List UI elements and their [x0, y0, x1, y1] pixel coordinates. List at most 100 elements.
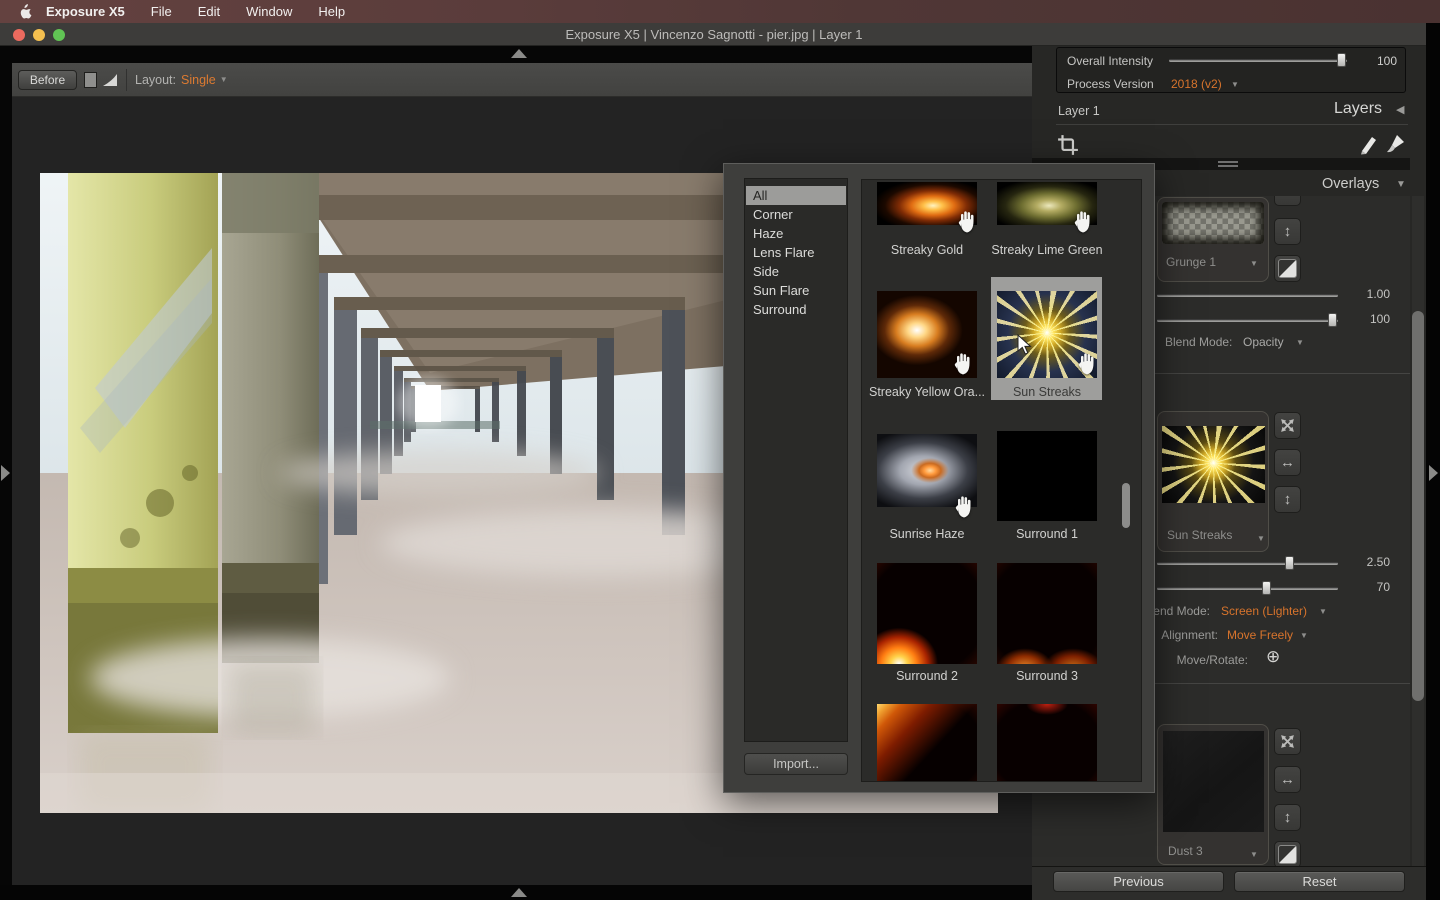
previous-button[interactable]: Previous — [1053, 871, 1224, 892]
dust-mask-button[interactable] — [1274, 841, 1301, 866]
grunge-dropdown-icon[interactable]: ▼ — [1250, 259, 1258, 268]
dust-name[interactable]: Dust 3 — [1168, 844, 1203, 858]
menu-item-edit[interactable]: Edit — [198, 4, 220, 19]
grunge-name[interactable]: Grunge 1 — [1166, 255, 1216, 269]
category-item-all[interactable]: All — [746, 186, 846, 205]
viewer-toolbar: Before Layout: Single ▼ — [12, 63, 1032, 97]
category-item-haze[interactable]: Haze — [746, 224, 846, 243]
reset-button[interactable]: Reset — [1234, 871, 1405, 892]
sun-streaks-slider-1[interactable] — [1157, 562, 1338, 565]
bottom-panel-reveal-arrow-icon[interactable] — [511, 888, 527, 897]
zoom-window-button[interactable] — [53, 29, 65, 41]
layers-collapse-icon[interactable]: ◀ — [1396, 103, 1404, 116]
layout-value[interactable]: Single — [181, 73, 216, 87]
panel-scrollbar-thumb[interactable] — [1412, 311, 1424, 701]
panel-bottom-bar: Previous Reset — [1032, 866, 1426, 900]
menu-bar: Exposure X5 File Edit Window Help — [0, 0, 1440, 23]
before-preview-button[interactable]: Before — [18, 70, 77, 90]
overlay-label-surround-1: Surround 1 — [985, 527, 1109, 541]
crop-icon[interactable] — [1057, 134, 1079, 156]
sun-streaks-blend-mode-value[interactable]: Screen (Lighter) — [1221, 604, 1307, 618]
sun-streaks-slider-1-thumb[interactable] — [1285, 556, 1294, 570]
apple-menu-icon[interactable] — [18, 4, 32, 20]
shuffle-icon — [1279, 417, 1296, 434]
toolbar-divider — [126, 69, 127, 91]
category-item-side[interactable]: Side — [746, 262, 846, 281]
app-screen: Exposure X5 File Edit Window Help Exposu… — [0, 0, 1440, 900]
window-title-bar[interactable]: Exposure X5 | Vincenzo Sagnotti - pier.j… — [0, 23, 1428, 46]
process-version-label: Process Version — [1067, 77, 1154, 91]
overlay-thumbnail-overlay-9[interactable] — [997, 704, 1097, 782]
layout-dropdown-icon[interactable]: ▼ — [220, 75, 228, 84]
overlay-thumbnail-overlay-8[interactable] — [877, 704, 977, 782]
sun-streaks-alignment-value[interactable]: Move Freely — [1227, 628, 1293, 642]
overlay-thumbnail-surround-1[interactable] — [997, 431, 1097, 521]
background-color-swatch[interactable] — [84, 72, 97, 88]
overall-intensity-slider-thumb[interactable] — [1337, 53, 1346, 67]
overlays-collapse-icon[interactable]: ▼ — [1396, 179, 1406, 190]
sun-streaks-flip-horizontal-button[interactable]: ↔ — [1274, 449, 1301, 476]
process-version-dropdown-icon[interactable]: ▼ — [1231, 80, 1239, 89]
overlay-thumbnail-surround-2[interactable] — [877, 563, 977, 664]
grunge-blend-mode-label: Blend Mode: — [1165, 335, 1232, 349]
sun-streaks-dropdown-icon[interactable]: ▼ — [1257, 534, 1265, 543]
sun-streaks-slider-2-thumb[interactable] — [1262, 581, 1271, 595]
category-item-sun-flare[interactable]: Sun Flare — [746, 281, 846, 300]
sun-streaks-alignment-dropdown-icon[interactable]: ▼ — [1300, 631, 1308, 640]
process-version-value[interactable]: 2018 (v2) — [1171, 77, 1222, 91]
dust-flip-vertical-button[interactable]: ↕ — [1274, 804, 1301, 831]
sun-streaks-slider-2[interactable] — [1157, 587, 1338, 590]
pan-hand-icon — [957, 209, 977, 235]
right-panel-reveal-arrow-icon[interactable] — [1429, 465, 1438, 481]
overlay-thumbnail-surround-3[interactable] — [997, 563, 1097, 664]
grunge-thumbnail[interactable] — [1162, 202, 1264, 244]
sun-streaks-thumbnail[interactable] — [1162, 426, 1265, 503]
sun-streaks-randomize-button[interactable] — [1274, 412, 1301, 439]
layers-panel-title: Layers — [1334, 100, 1392, 118]
grunge-slider-1[interactable] — [1157, 294, 1338, 297]
pan-hand-icon — [1073, 209, 1093, 235]
grunge-flip-vertical-button[interactable]: ↕ — [1274, 218, 1301, 245]
eraser-pencil-icon[interactable] — [1358, 133, 1380, 155]
overall-intensity-slider[interactable] — [1169, 59, 1347, 62]
sun-streaks-blend-mode-dropdown-icon[interactable]: ▼ — [1319, 607, 1327, 616]
histogram-icon[interactable] — [102, 72, 118, 88]
minimize-window-button[interactable] — [33, 29, 45, 41]
pan-hand-icon — [1077, 351, 1097, 377]
right-panel-strip — [1426, 23, 1440, 900]
overlay-grid-scrollbar-thumb[interactable] — [1122, 483, 1130, 528]
brush-icon[interactable] — [1384, 133, 1406, 155]
move-rotate-target-icon[interactable]: ⊕ — [1266, 647, 1280, 667]
grunge-blend-mode-dropdown-icon[interactable]: ▼ — [1296, 338, 1304, 347]
grunge-mask-button[interactable] — [1274, 255, 1301, 282]
overlays-panel-title: Overlays — [1322, 176, 1379, 192]
grunge-slider-1-value: 1.00 — [1350, 287, 1390, 301]
sun-streaks-name[interactable]: Sun Streaks — [1167, 528, 1232, 542]
category-item-surround[interactable]: Surround — [746, 300, 846, 319]
grunge-slider-2[interactable] — [1157, 319, 1338, 322]
overlay-label-sun-streaks: Sun Streaks — [985, 385, 1109, 399]
overlay-grid: Streaky GoldStreaky Lime GreenStreaky Ye… — [861, 179, 1142, 782]
layout-label: Layout: — [135, 73, 176, 87]
overall-intensity-value: 100 — [1357, 54, 1397, 68]
menu-item-help[interactable]: Help — [318, 4, 345, 19]
menu-item-file[interactable]: File — [151, 4, 172, 19]
grunge-flip-horizontal-button[interactable] — [1274, 196, 1301, 206]
grunge-slider-2-thumb[interactable] — [1328, 313, 1337, 327]
left-panel-reveal-arrow-icon[interactable] — [1, 465, 10, 481]
intensity-box: Overall Intensity 100 Process Version 20… — [1056, 47, 1406, 93]
top-panel-reveal-arrow-icon[interactable] — [511, 49, 527, 58]
dust-thumbnail[interactable] — [1163, 731, 1264, 832]
dust-randomize-button[interactable] — [1274, 728, 1301, 755]
close-window-button[interactable] — [13, 29, 25, 41]
grunge-blend-mode-value[interactable]: Opacity — [1243, 335, 1284, 349]
menu-app-name[interactable]: Exposure X5 — [46, 4, 125, 19]
import-button[interactable]: Import... — [744, 753, 848, 775]
dust-dropdown-icon[interactable]: ▼ — [1250, 850, 1258, 859]
category-item-corner[interactable]: Corner — [746, 205, 846, 224]
category-item-lens-flare[interactable]: Lens Flare — [746, 243, 846, 262]
sun-streaks-flip-vertical-button[interactable]: ↕ — [1274, 486, 1301, 513]
layer-name[interactable]: Layer 1 — [1058, 104, 1100, 118]
menu-item-window[interactable]: Window — [246, 4, 292, 19]
dust-flip-horizontal-button[interactable]: ↔ — [1274, 766, 1301, 793]
